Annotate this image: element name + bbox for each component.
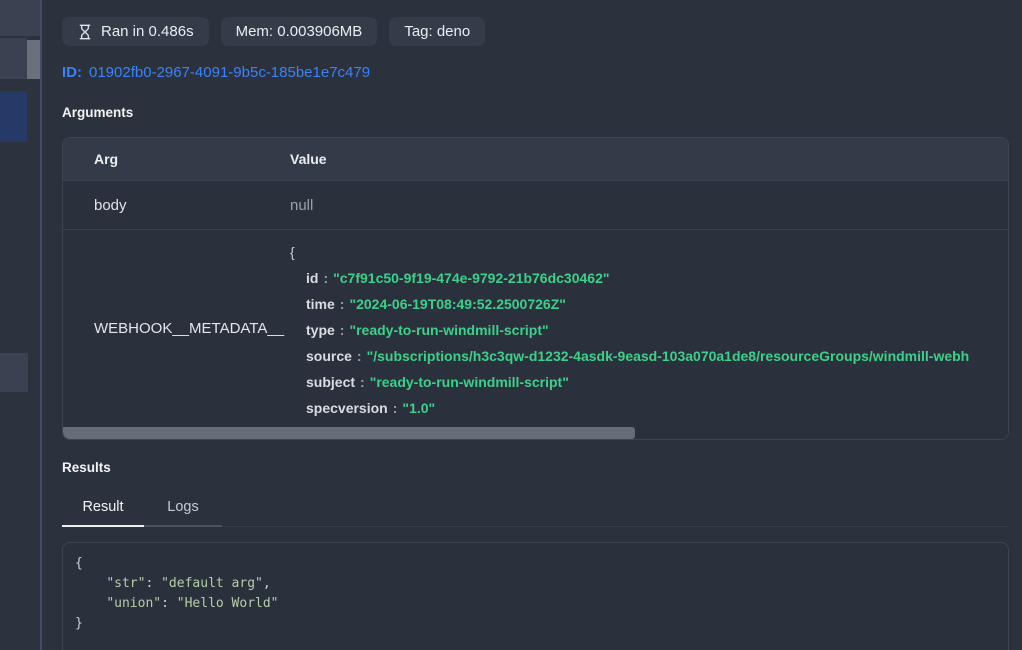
job-id-line: ID: 01902fb0-2967-4091-9b5c-185be1e7c479 [62, 64, 1009, 81]
arguments-table: Arg Value body null WEBHOOK__METADATA__ … [62, 137, 1009, 440]
json-entry: id:"c7f91c50-9f19-474e-9792-21b76dc30462… [290, 265, 1008, 291]
json-value: "1.0" [402, 400, 435, 416]
json-colon: : [335, 296, 350, 312]
job-detail-panel: Ran in 0.486s Mem: 0.003906MB Tag: deno … [62, 0, 1009, 650]
arguments-heading: Arguments [62, 105, 1009, 120]
results-tab-bar: Result Logs [62, 489, 1009, 527]
left-panel-block-second [0, 38, 27, 79]
json-key: time [306, 296, 335, 312]
json-colon: : [335, 322, 350, 338]
tab-logs[interactable]: Logs [144, 489, 222, 527]
table-scrollbar-thumb[interactable] [63, 427, 635, 439]
left-side-panel [0, 0, 40, 650]
json-value: "ready-to-run-windmill-script" [349, 322, 548, 338]
result-close-brace: } [75, 614, 996, 634]
json-entry: time:"2024-06-19T08:49:52.2500726Z" [290, 291, 1008, 317]
run-stats-row: Ran in 0.486s Mem: 0.003906MB Tag: deno [62, 17, 1009, 46]
json-colon: : [318, 270, 333, 286]
duration-badge: Ran in 0.486s [62, 17, 209, 46]
result-line: "str": "default arg", [75, 574, 996, 594]
json-value: "ready-to-run-windmill-script" [370, 374, 569, 390]
arg-value-body: null [290, 197, 1008, 214]
column-header-value: Value [290, 151, 1008, 167]
json-entry: specversion:"1.0" [290, 395, 1008, 421]
left-panel-block-top [0, 0, 40, 36]
table-row: WEBHOOK__METADATA__ { id:"c7f91c50-9f19-… [63, 229, 1008, 427]
json-colon: : [355, 374, 370, 390]
json-key: type [306, 322, 335, 338]
table-horizontal-scrollbar [63, 427, 1008, 439]
json-key: specversion [306, 400, 388, 416]
arg-name-metadata: WEBHOOK__METADATA__ [63, 230, 290, 427]
duration-badge-label: Ran in 0.486s [101, 23, 194, 40]
arguments-table-header: Arg Value [63, 138, 1008, 180]
json-key: source [306, 348, 352, 364]
json-open-brace: { [290, 239, 1008, 265]
job-id-label: ID: [62, 64, 82, 81]
json-entry: subject:"ready-to-run-windmill-script" [290, 369, 1008, 395]
json-entry: type:"ready-to-run-windmill-script" [290, 317, 1008, 343]
results-heading: Results [62, 460, 1009, 475]
json-colon: : [352, 348, 367, 364]
left-panel-scrollbar-thumb[interactable] [27, 40, 40, 79]
json-entry: source:"/subscriptions/h3c3qw-d1232-4asd… [290, 343, 1008, 369]
arg-name-body: body [63, 197, 290, 214]
tab-result[interactable]: Result [62, 489, 144, 527]
json-colon: : [388, 400, 403, 416]
json-value: "2024-06-19T08:49:52.2500726Z" [349, 296, 565, 312]
job-id-link[interactable]: 01902fb0-2967-4091-9b5c-185be1e7c479 [89, 64, 370, 81]
result-json-box: { "str": "default arg", "union": "Hello … [62, 542, 1009, 650]
panel-divider [40, 0, 42, 650]
metadata-json-viewer: { id:"c7f91c50-9f19-474e-9792-21b76dc304… [290, 230, 1008, 427]
memory-badge: Mem: 0.003906MB [221, 17, 378, 46]
hourglass-icon [77, 24, 93, 40]
json-value: "c7f91c50-9f19-474e-9792-21b76dc30462" [333, 270, 609, 286]
json-key: subject [306, 374, 355, 390]
table-row: body null [63, 180, 1008, 229]
json-key: id [306, 270, 318, 286]
json-value: "/subscriptions/h3c3qw-d1232-4asdk-9easd… [367, 348, 970, 364]
left-panel-selected-item[interactable] [0, 91, 27, 142]
result-line: "union": "Hello World" [75, 594, 996, 614]
result-open-brace: { [75, 554, 996, 574]
column-header-arg: Arg [63, 151, 290, 167]
tag-badge: Tag: deno [389, 17, 485, 46]
left-panel-block-lower [0, 353, 28, 392]
